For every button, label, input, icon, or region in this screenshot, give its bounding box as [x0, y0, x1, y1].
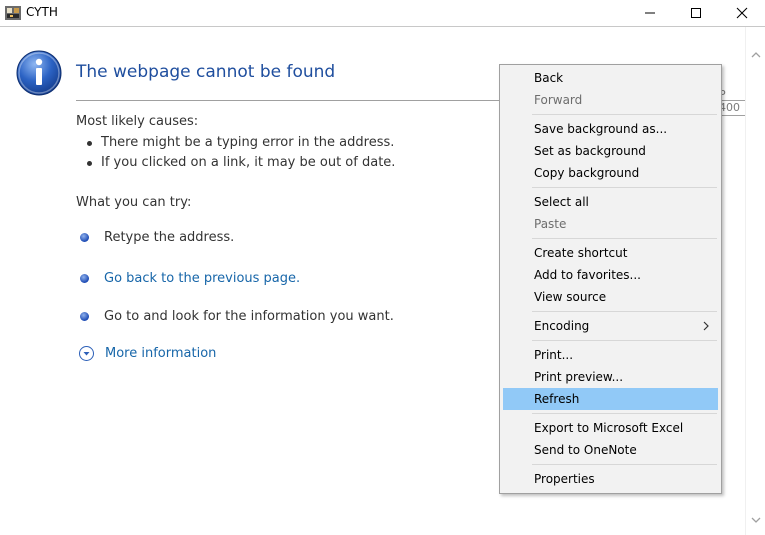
- menu-item-label: Export to Microsoft Excel: [534, 421, 684, 435]
- menu-item-select-all[interactable]: Select all: [503, 191, 718, 213]
- cause-item: If you clicked on a link, it may be out …: [86, 155, 396, 170]
- menu-item-label: Properties: [534, 472, 595, 486]
- bullet-icon: [80, 232, 89, 242]
- menu-item-add-to-favorites[interactable]: Add to favorites...: [503, 264, 718, 286]
- menu-separator: [532, 114, 717, 115]
- try-label: What you can try:: [76, 195, 192, 210]
- try-item-retype: Retype the address.: [80, 228, 234, 246]
- menu-item-label: Refresh: [534, 392, 580, 406]
- menu-item-print-preview[interactable]: Print preview...: [503, 366, 718, 388]
- menu-item-refresh[interactable]: Refresh: [503, 388, 718, 410]
- menu-item-label: Create shortcut: [534, 246, 628, 260]
- menu-item-save-background[interactable]: Save background as...: [503, 118, 718, 140]
- menu-item-label: Set as background: [534, 144, 646, 158]
- vertical-scrollbar[interactable]: [745, 27, 765, 535]
- chevron-right-icon: [703, 320, 709, 334]
- bullet-icon: [80, 273, 89, 283]
- page-title: The webpage cannot be found: [76, 62, 336, 82]
- menu-item-forward[interactable]: Forward: [503, 89, 718, 111]
- title-bar: CYTH: [0, 0, 765, 27]
- more-information-label[interactable]: More information: [105, 346, 216, 361]
- menu-item-label: Paste: [534, 217, 567, 231]
- window-title: CYTH: [26, 5, 58, 19]
- go-back-link[interactable]: Go back to the previous page.: [104, 271, 300, 286]
- menu-item-label: Copy background: [534, 166, 640, 180]
- error-code: P 400: [719, 88, 745, 116]
- menu-item-print[interactable]: Print...: [503, 344, 718, 366]
- maximize-button[interactable]: [673, 0, 719, 26]
- menu-item-create-shortcut[interactable]: Create shortcut: [503, 242, 718, 264]
- scroll-down-icon[interactable]: [751, 509, 761, 528]
- cause-item: There might be a typing error in the add…: [86, 135, 395, 150]
- chevron-down-circle-icon[interactable]: [79, 346, 94, 361]
- menu-item-label: Select all: [534, 195, 589, 209]
- close-icon: [736, 7, 748, 19]
- menu-item-properties[interactable]: Properties: [503, 468, 718, 490]
- menu-item-label: Save background as...: [534, 122, 668, 136]
- menu-item-label: Print...: [534, 348, 574, 362]
- minimize-icon: [645, 12, 655, 14]
- menu-item-paste[interactable]: Paste: [503, 213, 718, 235]
- menu-item-encoding[interactable]: Encoding: [503, 315, 718, 337]
- minimize-button[interactable]: [627, 0, 673, 26]
- menu-item-label: Forward: [534, 93, 583, 107]
- context-menu: Back Forward Save background as... Set a…: [499, 64, 722, 494]
- menu-separator: [532, 187, 717, 188]
- menu-item-label: Send to OneNote: [534, 443, 637, 457]
- try-item-text: Retype the address.: [104, 229, 235, 245]
- bullet-icon: [80, 311, 89, 321]
- menu-item-export-excel[interactable]: Export to Microsoft Excel: [503, 417, 718, 439]
- menu-item-set-background[interactable]: Set as background: [503, 140, 718, 162]
- menu-separator: [532, 238, 717, 239]
- info-icon: [15, 49, 63, 97]
- try-item-go-to: Go to and look for the information you w…: [80, 307, 394, 325]
- menu-item-label: Add to favorites...: [534, 268, 641, 282]
- menu-item-label: Back: [534, 71, 564, 85]
- menu-item-view-source[interactable]: View source: [503, 286, 718, 308]
- more-information-link[interactable]: More information: [79, 346, 216, 361]
- close-button[interactable]: [719, 0, 765, 26]
- menu-item-label: View source: [534, 290, 607, 304]
- menu-item-send-onenote[interactable]: Send to OneNote: [503, 439, 718, 461]
- menu-item-label: Print preview...: [534, 370, 624, 384]
- menu-item-label: Encoding: [534, 319, 590, 333]
- try-item-go-back[interactable]: Go back to the previous page.: [80, 269, 300, 287]
- causes-label: Most likely causes:: [76, 114, 199, 129]
- maximize-icon: [691, 8, 701, 18]
- menu-separator: [532, 464, 717, 465]
- app-icon[interactable]: [4, 4, 22, 22]
- scroll-up-icon[interactable]: [751, 44, 761, 63]
- menu-item-copy-background[interactable]: Copy background: [503, 162, 718, 184]
- try-item-text: Go to and look for the information you w…: [104, 308, 394, 324]
- menu-separator: [532, 311, 717, 312]
- menu-item-back[interactable]: Back: [503, 67, 718, 89]
- menu-separator: [532, 340, 717, 341]
- menu-separator: [532, 413, 717, 414]
